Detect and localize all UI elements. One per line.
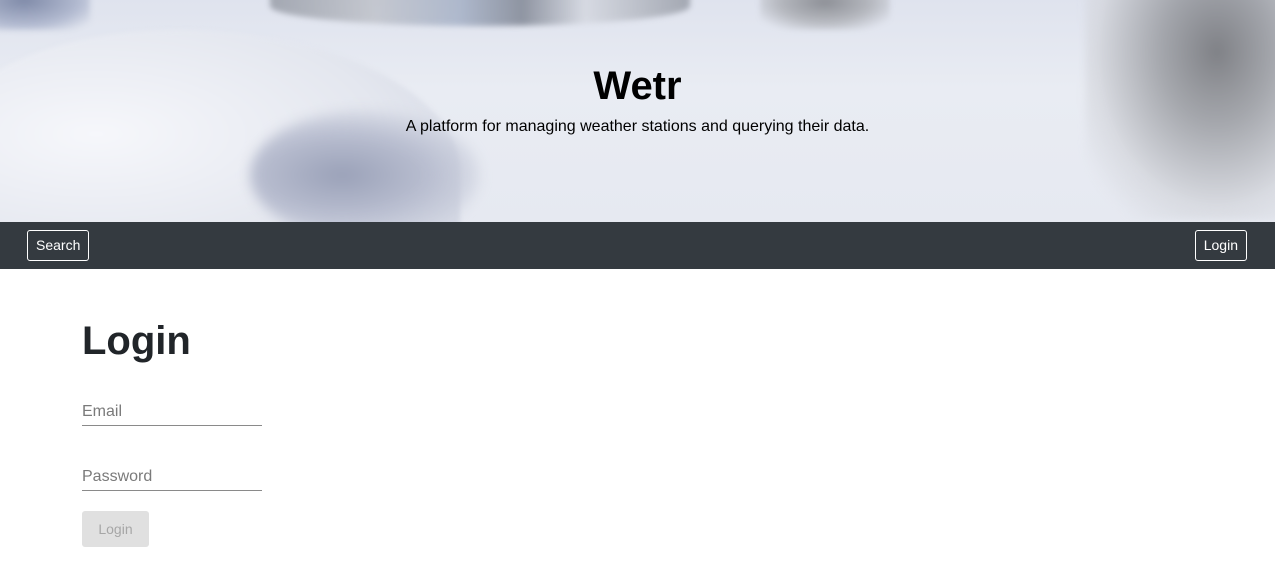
password-field[interactable]	[82, 464, 262, 491]
login-submit-button[interactable]: Login	[82, 511, 149, 547]
search-button[interactable]: Search	[27, 230, 90, 261]
hero-text: Wetr A platform for managing weather sta…	[0, 60, 1275, 136]
hero-banner: Wetr A platform for managing weather sta…	[0, 0, 1275, 222]
email-field[interactable]	[82, 399, 262, 426]
background-rocks	[270, 0, 690, 26]
site-title: Wetr	[593, 64, 682, 108]
site-subtitle: A platform for managing weather stations…	[405, 118, 870, 135]
page-title: Login	[82, 319, 191, 363]
background-sky	[0, 0, 90, 30]
navbar: Search Login	[0, 222, 1275, 269]
background-rocks	[760, 0, 890, 30]
login-nav-button[interactable]: Login	[1194, 230, 1247, 261]
